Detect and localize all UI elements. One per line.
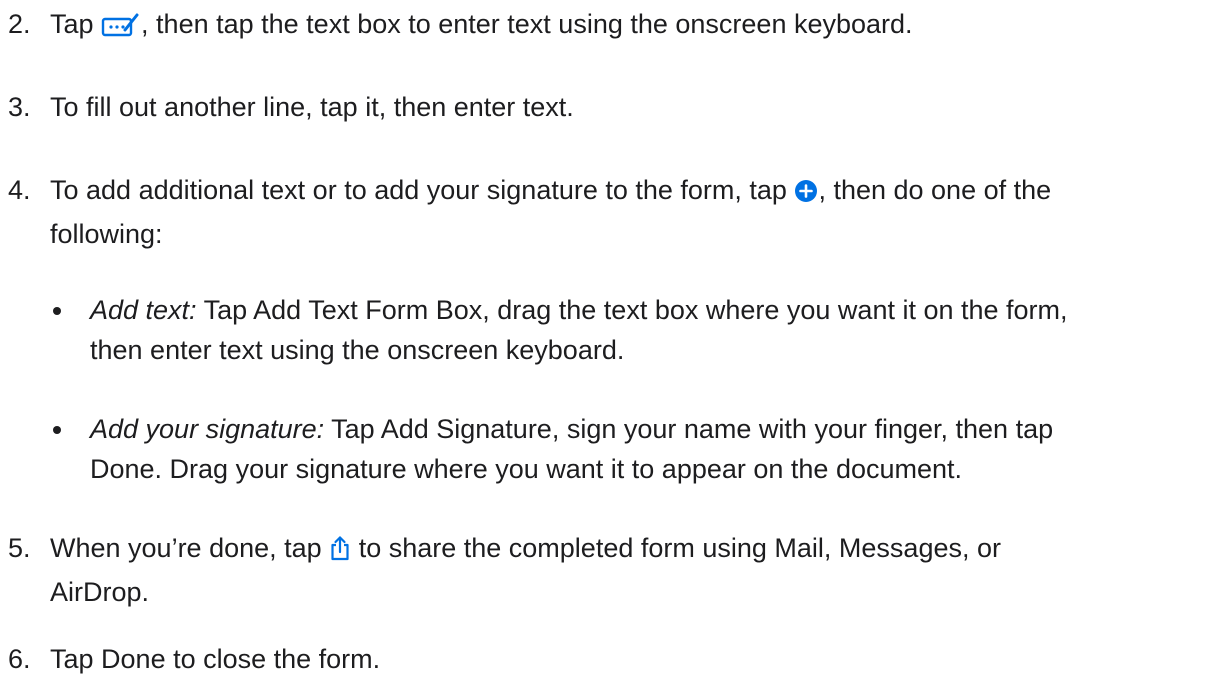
step-number: 4. xyxy=(8,175,31,205)
step-text-part: To add additional text or to add your si… xyxy=(50,175,795,205)
step-text: To add additional text or to add your si… xyxy=(50,170,1215,254)
step-text-part: When you’re done, tap xyxy=(50,533,330,563)
step-text: Tap Done to close the form. xyxy=(50,644,381,674)
bullet-line: then enter text using the onscreen keybo… xyxy=(90,335,625,365)
step-number: 6. xyxy=(8,644,31,674)
step-text-part: , then tap the text box to enter text us… xyxy=(141,9,913,39)
bullet-term: Add your signature: xyxy=(90,414,325,444)
step-text: To fill out another line, tap it, then e… xyxy=(50,92,574,122)
step-number: 2. xyxy=(8,9,31,39)
add-circle-icon xyxy=(794,174,818,214)
markup-icon xyxy=(101,8,141,48)
step-text-part: to share the completed form using Mail, … xyxy=(351,533,1001,563)
step-text: When you’re done, tap to share the compl… xyxy=(50,528,1215,612)
step-text-continuation: AirDrop. xyxy=(50,577,150,607)
bullet-dot xyxy=(53,426,61,434)
step-text: Tap , then tap the text box to enter tex… xyxy=(50,4,1215,48)
bullet-line: Done. Drag your signature where you want… xyxy=(90,454,963,484)
bullet-text: Add your signature: Tap Add Signature, s… xyxy=(90,409,1218,489)
step-text-part: , then do one of the xyxy=(818,175,1052,205)
step-number: 5. xyxy=(8,533,31,563)
share-icon xyxy=(329,532,351,572)
step-text-part: Tap xyxy=(50,9,102,39)
bullet-line: Tap Add Signature, sign your name with y… xyxy=(324,414,1054,444)
step-text-continuation: following: xyxy=(50,219,163,249)
instructions-document: 2. Tap , then tap the text box to enter … xyxy=(0,0,1222,674)
bullet-text: Add text: Tap Add Text Form Box, drag th… xyxy=(90,290,1218,370)
bullet-line: Tap Add Text Form Box, drag the text box… xyxy=(196,295,1068,325)
step-number: 3. xyxy=(8,92,31,122)
bullet-term: Add text: xyxy=(90,295,197,325)
bullet-dot xyxy=(53,307,61,315)
